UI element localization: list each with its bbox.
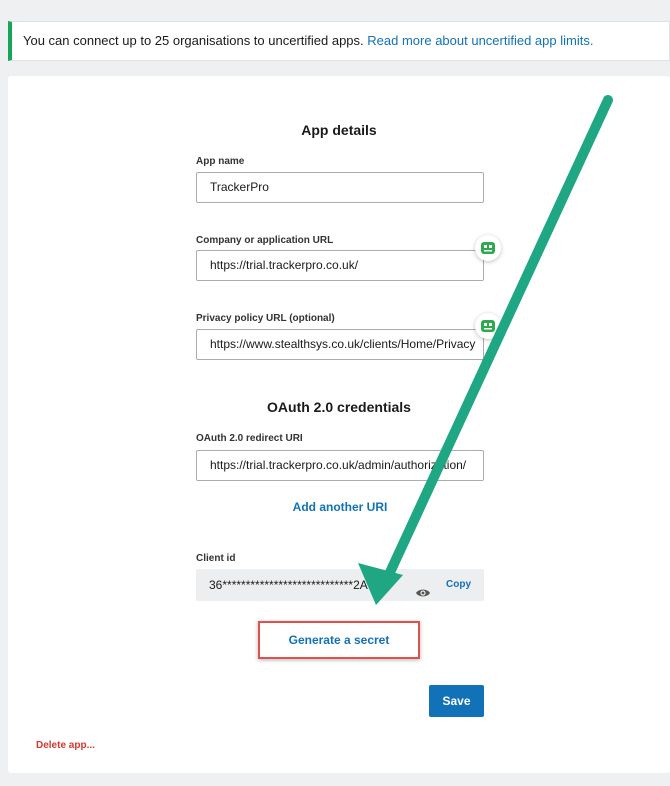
password-manager-icon[interactable] xyxy=(475,313,501,339)
oauth-title: OAuth 2.0 credentials xyxy=(267,399,411,415)
eye-icon[interactable] xyxy=(415,579,431,611)
banner-text: You can connect up to 25 organisations t… xyxy=(23,33,364,48)
app-details-title: App details xyxy=(301,122,377,138)
redirect-uri-label: OAuth 2.0 redirect URI xyxy=(196,433,303,444)
delete-app-link[interactable]: Delete app... xyxy=(36,740,95,751)
redirect-uri-input[interactable]: https://trial.trackerpro.co.uk/admin/aut… xyxy=(196,450,484,481)
privacy-url-label: Privacy policy URL (optional) xyxy=(196,313,335,324)
client-id-value: 36****************************2A xyxy=(209,578,368,592)
annotation-highlight-box: Generate a secret xyxy=(258,621,420,659)
uncertified-limits-link[interactable]: Read more about uncertified app limits. xyxy=(367,33,593,48)
add-uri-button[interactable]: Add another URI xyxy=(196,500,484,514)
info-banner: You can connect up to 25 organisations t… xyxy=(8,21,670,61)
company-url-label: Company or application URL xyxy=(196,235,334,246)
app-settings-card: App details App name TrackerPro Company … xyxy=(8,76,670,773)
app-name-label: App name xyxy=(196,156,245,167)
generate-secret-button[interactable]: Generate a secret xyxy=(260,623,418,657)
privacy-url-input[interactable]: https://www.stealthsys.co.uk/clients/Hom… xyxy=(196,329,484,360)
copy-button[interactable]: Copy xyxy=(446,569,471,601)
save-button[interactable]: Save xyxy=(429,685,484,717)
client-id-field: 36****************************2A Copy xyxy=(196,569,484,601)
app-name-input[interactable]: TrackerPro xyxy=(196,172,484,203)
client-id-label: Client id xyxy=(196,553,236,564)
password-manager-icon[interactable] xyxy=(475,235,501,261)
company-url-input[interactable]: https://trial.trackerpro.co.uk/ xyxy=(196,250,484,281)
